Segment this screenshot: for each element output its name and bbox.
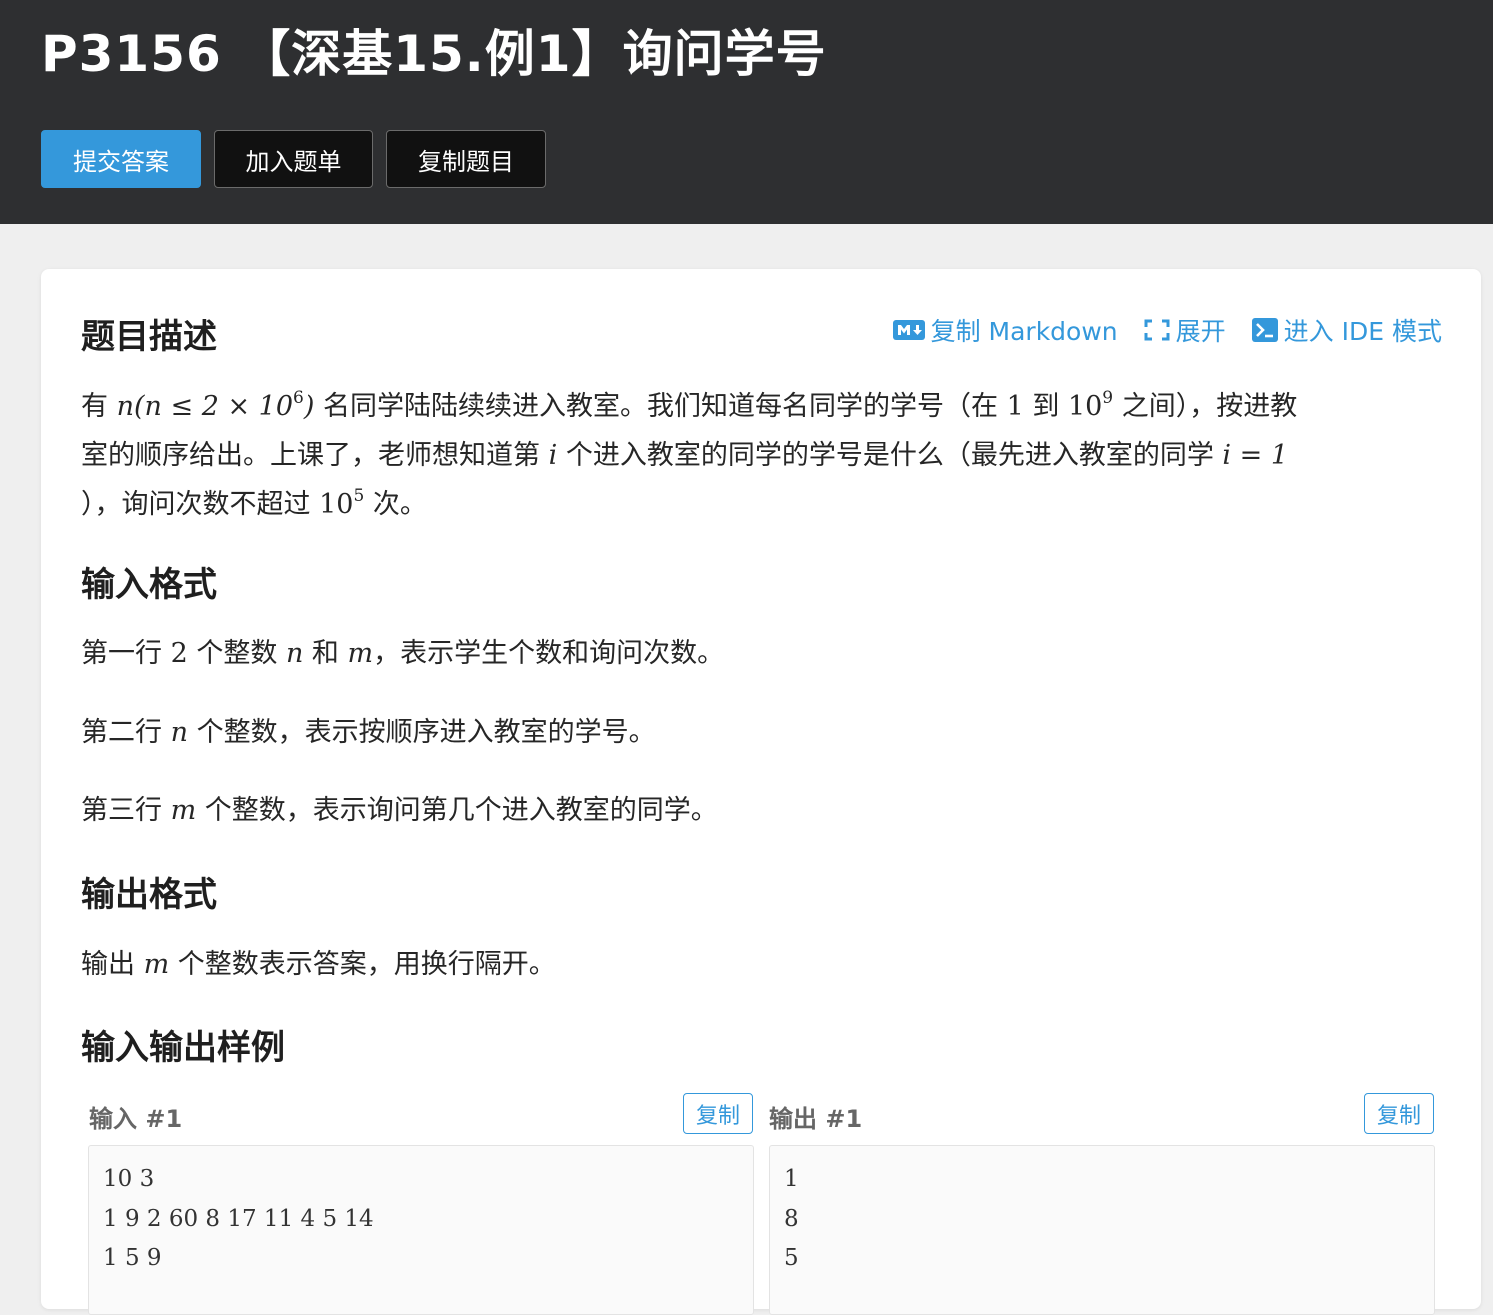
copy-output-button[interactable]: 复制 (1364, 1093, 1434, 1134)
input-format-line-2: 第二行 n 个整数，表示按顺序进入教室的学号。 (81, 717, 656, 748)
output-format-line-1: 输出 m 个整数表示答案，用换行隔开。 (81, 949, 556, 980)
terminal-icon (1251, 318, 1278, 342)
sample-input-label: 输入 #1 (89, 1105, 183, 1133)
input-format-heading: 输入格式 (81, 565, 217, 605)
sample-output-line: 8 (784, 1205, 799, 1232)
markdown-icon (892, 320, 925, 340)
problem-header: P3156 【深基15.例1】询问学号 提交答案 加入题单 复制题目 (0, 0, 1493, 224)
submit-answer-button[interactable]: 提交答案 (41, 130, 201, 188)
samples-heading: 输入输出样例 (81, 1028, 285, 1068)
problem-title: P3156 【深基15.例1】询问学号 (41, 25, 827, 83)
sample-output-line: 1 (784, 1166, 799, 1192)
copy-problem-button[interactable]: 复制题目 (386, 130, 546, 188)
input-format-line-3: 第三行 m 个整数，表示询问第几个进入教室的同学。 (81, 795, 718, 826)
description-line-3: ），询问次数不超过 105 次。 (81, 486, 427, 521)
description-line-1: 有 n(n ≤ 2 × 106) 名同学陆陆续续进入教室。我们知道每名同学的学号… (81, 388, 1298, 423)
sample-input-line: 1 9 2 60 8 17 11 4 5 14 (103, 1205, 374, 1232)
expand-label: 展开 (1175, 317, 1226, 346)
sample-input-box[interactable]: 10 3 1 9 2 60 8 17 11 4 5 14 1 5 9 (88, 1145, 754, 1315)
enter-ide-link[interactable]: 进入 IDE 模式 (1251, 312, 1442, 348)
add-to-list-button[interactable]: 加入题单 (214, 130, 373, 188)
sample-output-label: 输出 #1 (769, 1105, 863, 1133)
description-heading: 题目描述 (81, 317, 217, 357)
sample-output-line: 5 (784, 1245, 799, 1271)
expand-icon (1144, 319, 1170, 341)
sample-input-line: 1 5 9 (103, 1245, 162, 1271)
sample-output-box[interactable]: 1 8 5 (769, 1145, 1435, 1315)
copy-markdown-label: 复制 Markdown (930, 317, 1118, 346)
output-format-heading: 输出格式 (81, 875, 217, 915)
description-line-2: 室的顺序给出。上课了，老师想知道第 i 个进入教室的同学的学号是什么（最先进入教… (81, 440, 1289, 471)
enter-ide-label: 进入 IDE 模式 (1283, 317, 1442, 346)
problem-card: 题目描述 复制 Markdown 展开 进入 IDE 模式 有 n(n ≤ 2 … (41, 269, 1481, 1315)
description-text: 有 n(n ≤ 2 × 106) 名同学陆陆续续进入教室。我们知道每名同学的学号… (81, 382, 1441, 529)
copy-input-button[interactable]: 复制 (683, 1093, 753, 1134)
expand-link[interactable]: 展开 (1144, 312, 1226, 348)
sample-input-line: 10 3 (103, 1166, 155, 1192)
problem-toolbar: 复制 Markdown 展开 进入 IDE 模式 (892, 312, 1442, 348)
copy-markdown-link[interactable]: 复制 Markdown (892, 312, 1118, 348)
input-format-line-1: 第一行 2 个整数 n 和 m，表示学生个数和询问次数。 (81, 638, 725, 669)
